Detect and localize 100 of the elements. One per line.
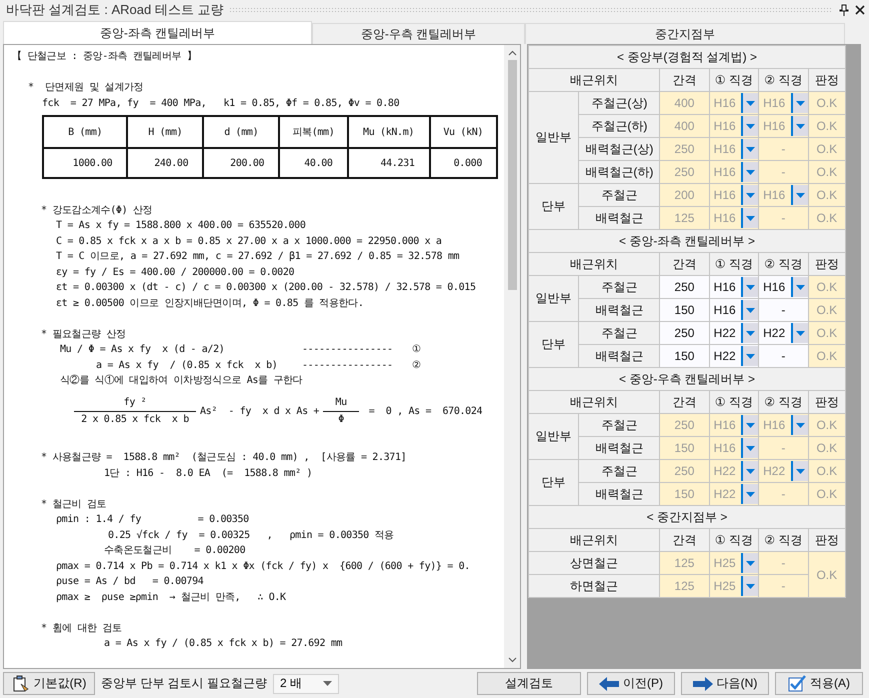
table-cell: 240.00 xyxy=(127,148,204,178)
spacing-field: 250 xyxy=(660,138,710,160)
ratio-dropdown[interactable]: 2 배 xyxy=(273,674,340,694)
row-label: 배력철근 xyxy=(578,206,660,230)
caret-icon xyxy=(796,468,805,474)
group-label: 단부 xyxy=(528,322,579,368)
column-header: ② 직경 xyxy=(758,390,808,414)
default-button[interactable]: 기본값(R) xyxy=(3,672,95,695)
scrollbar[interactable] xyxy=(504,45,520,668)
diameter-select[interactable]: H16 xyxy=(710,300,758,320)
section-heading: * 단면제원 및 설계가정 xyxy=(28,82,144,93)
close-icon[interactable] xyxy=(855,5,865,15)
spacing-field[interactable]: 150 xyxy=(660,298,710,322)
tab[interactable]: 중간지점부 xyxy=(525,23,845,44)
judgement-cell: O.K xyxy=(808,276,846,298)
column-header: 판정 xyxy=(808,252,846,276)
ratio-label: 중앙부 단부 검토시 필요철근량 xyxy=(101,675,268,692)
column-header: 배근위치 xyxy=(528,528,660,552)
column-header: 판정 xyxy=(808,68,846,92)
diameter-cell: - xyxy=(758,436,808,460)
diameter-cell: - xyxy=(758,160,808,184)
diameter-select[interactable]: H16 xyxy=(759,276,808,298)
table-cell: 200.00 xyxy=(203,148,280,178)
diameter-select[interactable]: H22 xyxy=(759,322,808,344)
tab[interactable]: 중앙-우측 캔틸레버부 xyxy=(312,23,525,44)
diameter-cell: - xyxy=(758,298,808,322)
design-check-button[interactable]: 설계검토 xyxy=(477,672,581,695)
spacing-field: 125 xyxy=(660,574,710,598)
spacing-field: 125 xyxy=(660,206,710,230)
row-label: 배력철근(상) xyxy=(578,138,660,160)
row-label: 배력철근 xyxy=(578,482,660,506)
caret-icon xyxy=(796,422,805,428)
column-header: 배근위치 xyxy=(528,252,660,276)
tab[interactable]: 중앙-좌측 캔틸레버부 xyxy=(3,21,312,44)
caret-icon xyxy=(746,330,756,336)
judgement-cell: O.K xyxy=(808,344,846,368)
pin-icon[interactable] xyxy=(839,4,849,16)
judgement-cell: O.K xyxy=(808,460,846,482)
report-line: εy = fy / Es = 400.00 / 200000.00 = 0.0020 xyxy=(56,266,294,278)
section-title: < 중앙-좌측 캔틸레버부 > xyxy=(528,230,846,252)
equation-number: ② xyxy=(412,358,421,372)
spacing-field[interactable]: 250 xyxy=(660,276,710,298)
column-header: 간격 xyxy=(660,528,710,552)
scrollbar-thumb[interactable] xyxy=(508,60,516,290)
diameter-select[interactable]: H22 xyxy=(710,322,758,344)
row-label: 배력철근 xyxy=(578,436,660,460)
equation-text: As² - fy x d x As + xyxy=(200,406,320,417)
judgement-cell: O.K xyxy=(808,160,846,184)
spacing-field[interactable]: 250 xyxy=(660,322,710,344)
column-header: ① 직경 xyxy=(709,390,759,414)
table-header: B (mm) xyxy=(43,116,128,148)
row-label: 배력철근(하) xyxy=(578,160,660,184)
report-line: a = As x fy / (0.85 x fck x b) = 27.692 mm xyxy=(104,638,342,649)
report-line: T = C 이므로, a = 27.692 mm, c = 27.692 / β1 = 27.692 / 0.85 = 32.578 mm xyxy=(56,251,460,262)
table-header: 피복(mm) xyxy=(279,116,348,148)
caret-icon xyxy=(746,100,756,106)
column-header: ② 직경 xyxy=(758,528,808,552)
caret-icon xyxy=(746,146,756,152)
row-label: 주철근 xyxy=(578,184,660,206)
table-cell: 1000.00 xyxy=(43,148,128,178)
report-line: fck = 27 MPa, fy = 400 MPa, k1 = 0.85, Φf = 0.85, Φv = 0.80 xyxy=(42,98,400,108)
diameter-select[interactable]: H16 xyxy=(710,276,758,298)
table-header: Vu (kN) xyxy=(430,116,497,148)
caret-icon xyxy=(746,216,756,220)
left-arrow-icon xyxy=(599,676,619,690)
group-label: 단부 xyxy=(528,184,579,230)
judgement-cell: O.K xyxy=(808,114,846,138)
next-button[interactable]: 다음(N) xyxy=(681,672,769,695)
table-header: d (mm) xyxy=(203,116,280,148)
column-header: 간격 xyxy=(660,252,710,276)
caret-icon xyxy=(796,284,805,290)
caret-icon xyxy=(746,422,756,428)
diameter-cell: - xyxy=(758,574,808,598)
section-title: < 중간지점부 > xyxy=(528,506,846,528)
chevron-up-icon[interactable] xyxy=(508,50,516,56)
caret-icon xyxy=(796,330,805,336)
spacing-field[interactable]: 150 xyxy=(660,344,710,368)
caret-icon xyxy=(746,560,756,566)
judgement-cell: O.K xyxy=(808,552,846,598)
report-line: T = As x fy = 1588.800 x 400.00 = 635520.000 xyxy=(56,220,306,231)
section-heading: * 철근비 검토 xyxy=(41,498,106,510)
column-header: ① 직경 xyxy=(709,528,759,552)
judgement-cell: O.K xyxy=(808,206,846,230)
spacing-field: 200 xyxy=(660,184,710,206)
apply-button[interactable]: 적용(A) xyxy=(775,672,863,695)
row-label: 상면철근 xyxy=(528,552,660,574)
section-heading: * 휨에 대한 검토 xyxy=(41,622,122,634)
report-line: εt = 0.00300 x (dt - c) / c = 0.00300 x (200.00 - 32.578) / 32.578 = 0.015 xyxy=(56,282,476,293)
report-line: ρmax ≥ ρuse ≥ρmin → 철근비 만족, ∴ O.K xyxy=(56,592,286,602)
caret-icon xyxy=(746,124,756,128)
diameter-select[interactable]: H22 xyxy=(710,346,758,366)
chevron-down-icon[interactable] xyxy=(508,657,516,663)
group-label: 단부 xyxy=(528,460,579,506)
row-label: 하면철근 xyxy=(528,574,660,598)
report-line: ρmin : 1.4 / fy = 0.00350 xyxy=(56,514,249,525)
table-cell: 44.231 xyxy=(348,148,430,178)
row-label: 주철근(상) xyxy=(578,92,660,114)
column-header: 간격 xyxy=(660,68,710,92)
prev-button[interactable]: 이전(P) xyxy=(587,672,675,695)
equation-result: = 0 , As = 670.024 xyxy=(368,406,482,417)
